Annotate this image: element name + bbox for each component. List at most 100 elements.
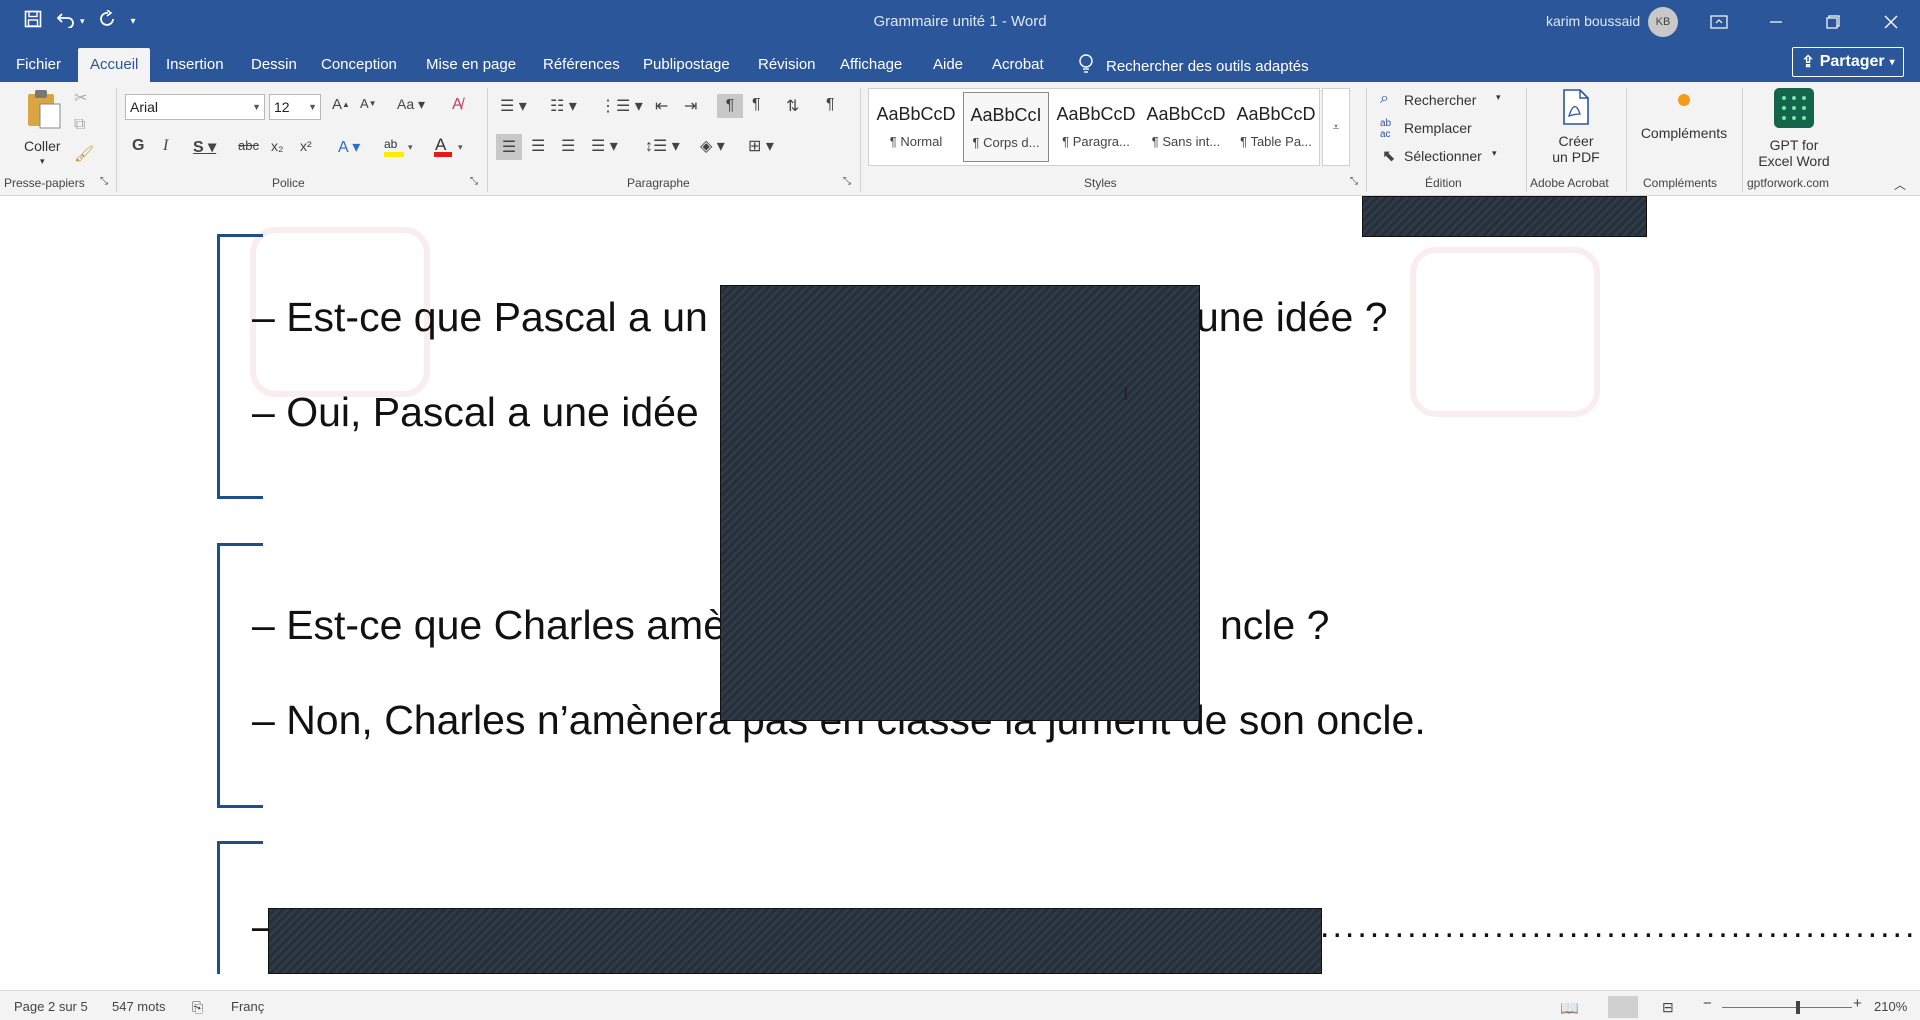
font-size-select[interactable]: 12 ▼ [269,94,321,120]
strikethrough-icon[interactable]: abc [238,138,259,153]
tab-insertion[interactable]: Insertion [166,48,224,82]
user-name[interactable]: karim boussaid [1546,13,1640,29]
numbering-icon[interactable]: ☷ ▾ [550,96,577,116]
chevron-down-icon: ▼ [308,102,317,112]
align-right-icon[interactable]: ☰ [561,136,575,156]
tab-affichage[interactable]: Affichage [840,48,902,82]
justify-icon[interactable]: ☰ ▾ [591,136,618,156]
increase-indent-icon[interactable]: ⇥ [684,96,697,116]
tab-publipostage[interactable]: Publipostage [643,48,730,82]
ribbon-display-options-icon[interactable] [1704,7,1734,37]
proofing-icon[interactable]: ⎘ [192,999,203,1016]
share-button[interactable]: ⇪ Partager ▾ [1792,47,1904,77]
cut-icon[interactable]: ✂ [74,88,87,108]
bold-icon[interactable]: G [132,137,144,155]
text-effects-icon[interactable]: A ▾ [338,137,360,157]
addins-button[interactable]: Compléments [1634,92,1734,162]
find-button[interactable]: ⌕ Rechercher ▾ [1380,88,1510,112]
tab-fichier[interactable]: Fichier [16,48,61,82]
shrink-font-icon[interactable]: A ▼ [360,96,377,111]
style-normal[interactable]: AaBbCcD ¶ Normal [873,92,959,162]
show-formatting-icon[interactable]: ¶ [826,96,835,114]
gpt-for-excel-word-button[interactable]: GPT for Excel Word [1748,88,1840,170]
grow-font-icon[interactable]: A ▲ [332,96,350,113]
styles-launcher-icon[interactable]: ⤡ [1350,176,1358,187]
gpt-group-label: gptforwork.com [1747,176,1830,190]
style-no-spacing[interactable]: AaBbCcD ¶ Sans int... [1143,92,1229,162]
tab-aide[interactable]: Aide [933,48,963,82]
align-center-icon[interactable]: ☰ [531,136,545,156]
collapse-ribbon-icon[interactable]: ︿ [1894,176,1906,193]
separator [116,88,117,192]
style-name: ¶ Paragra... [1062,134,1130,149]
styles-more-icon[interactable]: ⩡ [1322,88,1350,166]
tell-me-search[interactable]: Rechercher des outils adaptés [1078,54,1309,78]
question-line-end: une idée ? [1196,294,1388,340]
tab-conception[interactable]: Conception [321,48,397,82]
exercise-bracket [217,543,263,808]
tab-revision[interactable]: Révision [758,48,816,82]
lightbulb-icon [1078,54,1094,78]
multilevel-list-icon[interactable]: ⋮☰ ▾ [600,96,643,116]
font-name-select[interactable]: Arial ▼ [125,94,265,120]
tab-dessin[interactable]: Dessin [251,48,297,82]
superscript-icon[interactable]: x² [300,138,312,154]
separator [1626,88,1627,192]
highlight-icon[interactable]: ab ▾ [382,134,418,158]
clear-formatting-icon[interactable]: A̸ [452,96,463,114]
zoom-in-icon[interactable]: + [1853,995,1862,1012]
tab-acrobat[interactable]: Acrobat [992,48,1044,82]
minimize-icon[interactable] [1761,7,1791,37]
word-count[interactable]: 547 mots [112,999,165,1014]
ltr-paragraph-icon[interactable]: ¶ [717,94,743,118]
clipboard-launcher-icon[interactable]: ⤡ [100,176,108,187]
rtl-paragraph-icon[interactable]: ¶ [752,96,761,114]
title-bar: ▾ ▾ Grammaire unité 1 - Word karim bouss… [0,0,1920,44]
watermark-logo [1410,247,1600,417]
decrease-indent-icon[interactable]: ⇤ [655,96,668,116]
style-sample: AaBbCcD [1146,104,1226,124]
paragraph-group-label: Paragraphe [627,176,690,190]
find-label: Rechercher [1404,92,1477,108]
shading-icon[interactable]: ◈ ▾ [700,136,725,156]
page-indicator[interactable]: Page 2 sur 5 [14,999,88,1014]
style-paragraph[interactable]: AaBbCcD ¶ Paragra... [1053,92,1139,162]
print-layout-icon[interactable] [1608,996,1638,1018]
close-icon[interactable] [1876,7,1906,37]
align-left-icon[interactable]: ☰ [496,134,522,160]
style-body-text[interactable]: AaBbCcI ¶ Corps d... [963,92,1049,162]
font-color-icon[interactable]: A ▾ [432,134,468,158]
copy-icon[interactable]: ⧉ [74,116,85,134]
restore-icon[interactable] [1818,7,1848,37]
avatar[interactable]: KB [1648,7,1678,37]
read-mode-icon[interactable]: 📖 [1560,999,1579,1017]
replace-button[interactable]: ab ac Remplacer [1380,116,1500,140]
zoom-slider-thumb[interactable] [1796,1001,1800,1014]
select-button[interactable]: ⬉ Sélectionner ▾ [1380,144,1510,168]
language-indicator[interactable]: Franç [231,999,264,1014]
web-layout-icon[interactable]: ⊟ [1662,999,1674,1016]
subscript-icon[interactable]: x₂ [271,138,283,154]
style-table-paragraph[interactable]: AaBbCcD ¶ Table Pa... [1233,92,1319,162]
sort-icon[interactable]: ⇅ [786,96,799,116]
font-launcher-icon[interactable]: ⤡ [470,176,478,187]
tab-mise-en-page[interactable]: Mise en page [426,48,516,82]
style-sample: AaBbCcI [970,105,1042,125]
zoom-out-icon[interactable]: − [1703,995,1712,1012]
tab-accueil[interactable]: Accueil [78,48,151,82]
bullets-icon[interactable]: ☰ ▾ [500,96,527,116]
tab-references[interactable]: Références [543,48,620,82]
line-spacing-icon[interactable]: ↕☰ ▾ [645,136,680,156]
create-pdf-button[interactable]: Créer un PDF [1534,86,1618,172]
share-icon: ⇪ [1801,54,1815,71]
borders-icon[interactable]: ⊞ ▾ [748,136,774,156]
change-case-icon[interactable]: Aa ▾ [397,96,425,113]
zoom-level[interactable]: 210% [1874,999,1907,1014]
paste-button[interactable]: Coller ▾ [20,88,68,168]
paragraph-launcher-icon[interactable]: ⤡ [843,176,851,187]
italic-icon[interactable]: I [163,137,168,155]
document-canvas[interactable]: – Est-ce que Pascal a un une idée ? – Ou… [0,197,1920,974]
underline-icon[interactable]: S ▾ [193,137,216,157]
zoom-slider[interactable] [1722,1007,1852,1008]
format-painter-icon[interactable]: 🖌 [74,144,94,164]
